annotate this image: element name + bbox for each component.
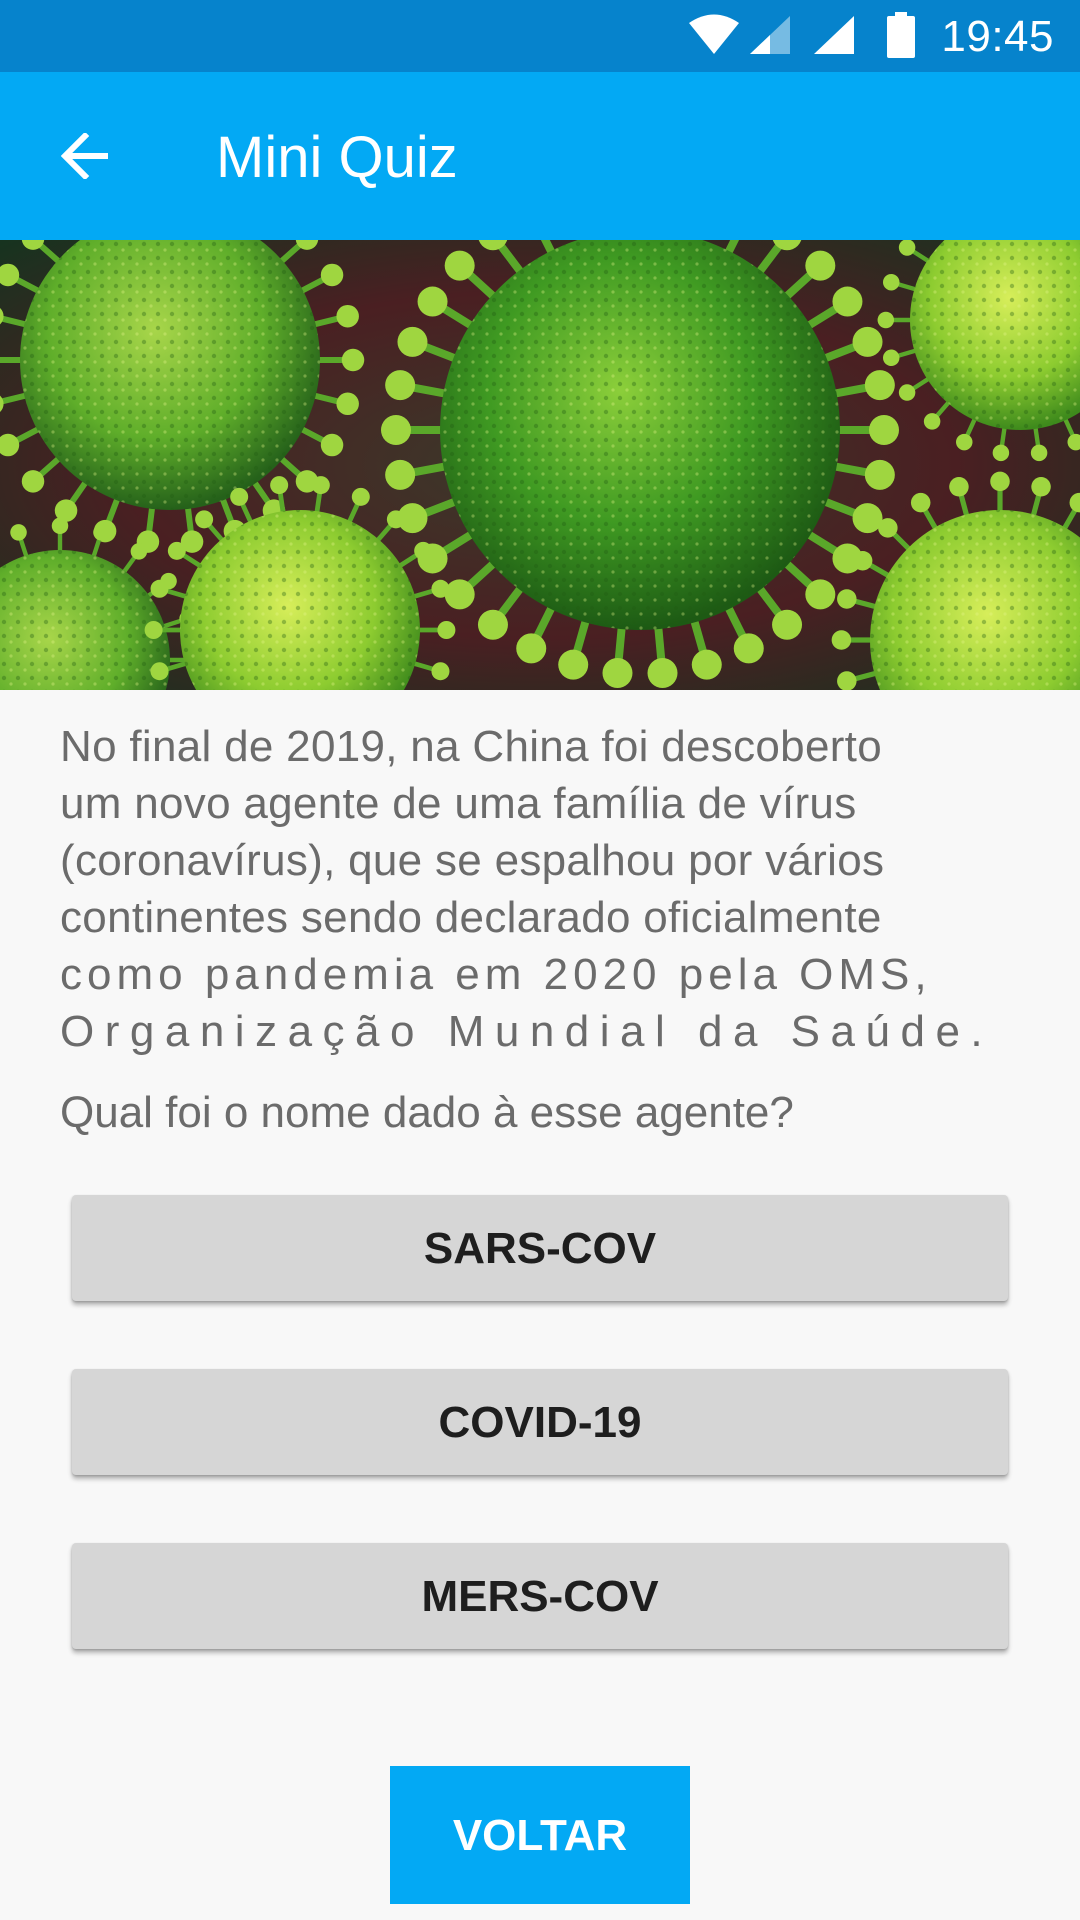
arrow-back-icon xyxy=(61,133,108,179)
question-text: No final de 2019, na China foi descobert… xyxy=(60,718,1000,1060)
question-line: como pandemia em 2020 pela OMS, xyxy=(60,950,932,999)
app-bar: Mini Quiz xyxy=(0,72,1080,240)
battery-icon xyxy=(887,12,915,58)
coronavirus-image xyxy=(0,240,1080,690)
answer-button-mers-cov[interactable]: MERS-COV xyxy=(72,1543,1008,1649)
status-bar: 19:45 xyxy=(0,0,1080,72)
question-line: No final de 2019, na China foi descobert… xyxy=(60,722,882,771)
voltar-button[interactable]: VOLTAR xyxy=(390,1766,690,1904)
page-title: Mini Quiz xyxy=(216,125,458,190)
signal-icon xyxy=(814,16,854,54)
wifi-icon xyxy=(689,14,739,54)
question-line: Organização Mundial da Saúde. xyxy=(60,1007,994,1056)
signal-icon xyxy=(750,16,790,54)
answer-button-covid-19[interactable]: COVID-19 xyxy=(72,1369,1008,1475)
question-line: (coronavírus), que se espalhou por vário… xyxy=(60,836,885,885)
answer-button-sars-cov[interactable]: SARS-COV xyxy=(72,1195,1008,1301)
status-time: 19:45 xyxy=(941,12,1054,61)
question-prompt: Qual foi o nome dado à esse agente? xyxy=(60,1088,794,1137)
question-line: continentes sendo declarado oficialmente xyxy=(60,893,882,942)
back-button[interactable] xyxy=(44,114,128,198)
question-line: um novo agente de uma família de vírus xyxy=(60,779,857,828)
